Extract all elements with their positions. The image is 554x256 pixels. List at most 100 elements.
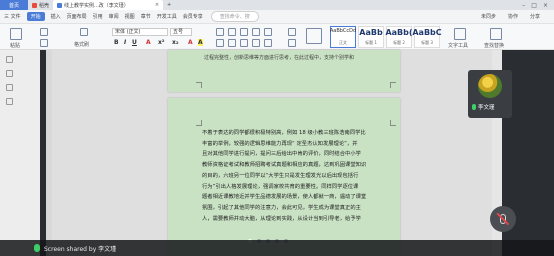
menu-item-view[interactable]: 视图 xyxy=(125,13,135,20)
tab-template-label: 稻壳 xyxy=(39,2,50,9)
subscript-button[interactable]: x₂ xyxy=(172,39,179,46)
margin-mark xyxy=(196,120,202,126)
tab-template[interactable]: 稻壳 xyxy=(28,0,53,10)
align-justify-icon[interactable] xyxy=(252,39,260,47)
sort-icon[interactable] xyxy=(264,28,272,36)
menu-item-section[interactable]: 章节 xyxy=(141,13,151,20)
paragraph-line: 丰富的举例，较强的逻辑思维能力再现“ 定圣杰认知发展理论”，并 xyxy=(202,140,358,147)
share-button[interactable]: 分享 xyxy=(530,13,540,20)
font-color-button[interactable]: A xyxy=(146,39,151,46)
menu-item-insert[interactable]: 插入 xyxy=(51,13,61,20)
sync-status[interactable]: 未同步 xyxy=(481,13,496,20)
close-icon[interactable]: × xyxy=(155,2,159,8)
find-replace-icon[interactable] xyxy=(490,28,502,40)
indent-decrease-icon[interactable] xyxy=(240,28,248,36)
margin-mark xyxy=(390,120,396,126)
mic-icon xyxy=(34,244,40,252)
text-tools-label: 文字工具 xyxy=(448,43,469,49)
collaborate-button[interactable]: 协作 xyxy=(508,13,518,20)
new-tab-button[interactable]: + xyxy=(163,0,175,10)
mute-mic-button[interactable] xyxy=(490,206,516,232)
document-body-text: 不着于表达的同学都很积极特别高，例如 18 级小教三班陈浩南同学比 丰富的举例，… xyxy=(202,128,396,224)
bullet-list-icon[interactable] xyxy=(216,28,224,36)
margin-mark xyxy=(390,82,396,88)
copy-icon[interactable] xyxy=(40,39,48,47)
style-heading-2[interactable]: AaBb( 标题 2 xyxy=(385,26,413,48)
paragraph-line: 且对其他同学进行提问，提问三后给出中肯的评价，同时结合中小学 xyxy=(202,151,361,158)
doc-icon xyxy=(57,2,63,8)
maximize-icon[interactable]: □ xyxy=(531,2,537,9)
paragraph-line: 不着于表达的同学都很积极特别高，例如 18 级小教三班陈浩南同学比 xyxy=(202,130,366,136)
tab-home[interactable]: 首页 xyxy=(0,0,28,10)
screen-share-bar: Screen shared by 李文瑾 xyxy=(0,240,554,256)
command-search-input[interactable]: 查找命令、搜 xyxy=(210,11,259,22)
menu-bar: 三 文件 开始 插入 页面布局 引用 审阅 视图 章节 开发工具 会员专享 查找… xyxy=(0,10,554,24)
participant-video-tile[interactable]: 李文瑾 xyxy=(468,70,512,118)
style-heading-2-label: 标题 2 xyxy=(393,40,405,45)
style-heading-3-sample: AaBbC xyxy=(412,28,442,37)
file-menu[interactable]: 三 文件 xyxy=(4,13,21,20)
menu-item-start[interactable]: 开始 xyxy=(26,12,45,21)
tab-home-label: 首页 xyxy=(8,2,19,9)
docer-icon xyxy=(32,2,37,8)
align-left-icon[interactable] xyxy=(216,39,224,47)
menu-item-review[interactable]: 审阅 xyxy=(109,13,119,20)
page1-text-line: 过程完整性，创新思维等方面进行思考，在此过程中，支持个别学和 xyxy=(204,55,355,61)
font-size-select[interactable]: 五号 xyxy=(170,28,192,36)
align-right-icon[interactable] xyxy=(240,39,248,47)
align-center-icon[interactable] xyxy=(228,39,236,47)
participant-name-tag: 李文瑾 xyxy=(472,103,495,111)
tab-document-label: 线上教学实例...改（李文瑾） xyxy=(64,2,129,9)
screen-share-status: Screen shared by 李文瑾 xyxy=(44,245,117,253)
number-list-icon[interactable] xyxy=(228,28,236,36)
select-icon[interactable] xyxy=(6,70,13,77)
style-heading-3[interactable]: AaBbC 标题 3 xyxy=(412,26,442,48)
style-heading-2-sample: AaBb( xyxy=(385,28,413,37)
text-color-button[interactable]: A xyxy=(188,39,193,46)
cut-icon[interactable] xyxy=(40,28,48,36)
minimize-icon[interactable]: – xyxy=(522,2,525,9)
pen-icon[interactable] xyxy=(6,84,13,91)
font-name-select[interactable]: 宋体 (正文) xyxy=(112,28,168,36)
bold-button[interactable]: B xyxy=(114,39,119,46)
paste-icon[interactable] xyxy=(10,28,22,40)
eraser-icon[interactable] xyxy=(6,98,13,105)
close-window-icon[interactable]: × xyxy=(543,2,548,9)
italic-button[interactable]: I xyxy=(124,39,126,46)
style-heading-1-sample: AaBb xyxy=(359,28,383,37)
highlight-button[interactable]: A xyxy=(198,39,203,46)
paragraph-line: 题者相近课教地近并学生品德发展的场景，使人都就一商，遇动了课堂 xyxy=(202,194,367,201)
menu-right-actions: 未同步 协作 分享 xyxy=(481,13,554,20)
styles-gallery: AaBbCcDd 正文 AaBb 标题 1 AaBb( 标题 2 AaBbC 标… xyxy=(330,26,442,48)
underline-button[interactable]: U xyxy=(132,39,137,46)
format-painter-icon[interactable] xyxy=(80,28,88,36)
shading-icon[interactable] xyxy=(288,39,296,47)
style-normal-sample: AaBbCcDd xyxy=(329,28,357,34)
menu-item-page-layout[interactable]: 页面布局 xyxy=(67,13,87,20)
paragraph-line: 的目的，六班另一位同学以“大学生只是发生理发光以后出现包括行 xyxy=(202,172,359,179)
left-tool-strip xyxy=(0,50,40,256)
text-tools-icon[interactable] xyxy=(454,28,466,40)
paste-label: 粘贴 xyxy=(10,43,21,49)
document-page-1[interactable]: 过程完整性，创新思维等方面进行思考，在此过程中，支持个别学和 xyxy=(168,50,400,92)
style-heading-3-label: 标题 3 xyxy=(421,40,433,45)
line-spacing-icon[interactable] xyxy=(264,39,272,47)
paragraph-line: 氛围，引起了其他同学的注意力，会此可见，学生成为课堂真正的主 xyxy=(202,204,361,211)
superscript-button[interactable]: x² xyxy=(158,39,165,46)
paragraph-line: 人，需要教师并动大脑，从理论到实践，从设计当到引导老，给予学 xyxy=(202,215,361,222)
style-heading-1[interactable]: AaBb 标题 1 xyxy=(358,26,384,48)
paragraph-line: 教师资格证考试和教师招聘考试真题和相应的真题，达到巩固课堂知识 xyxy=(202,162,367,169)
menu-item-developer[interactable]: 开发工具 xyxy=(157,13,177,20)
document-page-2[interactable]: 不着于表达的同学都很积极特别高，例如 18 级小教三班陈浩南同学比 丰富的举例，… xyxy=(168,98,400,256)
ribbon-toolbar: 粘贴 格式刷 宋体 (正文) 五号 B I U A x² x₂ A A AaBb… xyxy=(0,24,554,50)
indent-increase-icon[interactable] xyxy=(252,28,260,36)
style-heading-1-label: 标题 1 xyxy=(365,40,377,45)
menu-item-references[interactable]: 引用 xyxy=(93,13,103,20)
style-normal[interactable]: AaBbCcDd 正文 xyxy=(330,26,356,48)
table-icon[interactable] xyxy=(306,28,322,44)
participant-name: 李文瑾 xyxy=(478,105,495,111)
navigation-icon[interactable] xyxy=(6,56,13,63)
borders-icon[interactable] xyxy=(288,28,296,36)
tab-document[interactable]: 线上教学实例...改（李文瑾） × xyxy=(53,0,164,10)
menu-item-member[interactable]: 会员专享 xyxy=(183,13,203,20)
